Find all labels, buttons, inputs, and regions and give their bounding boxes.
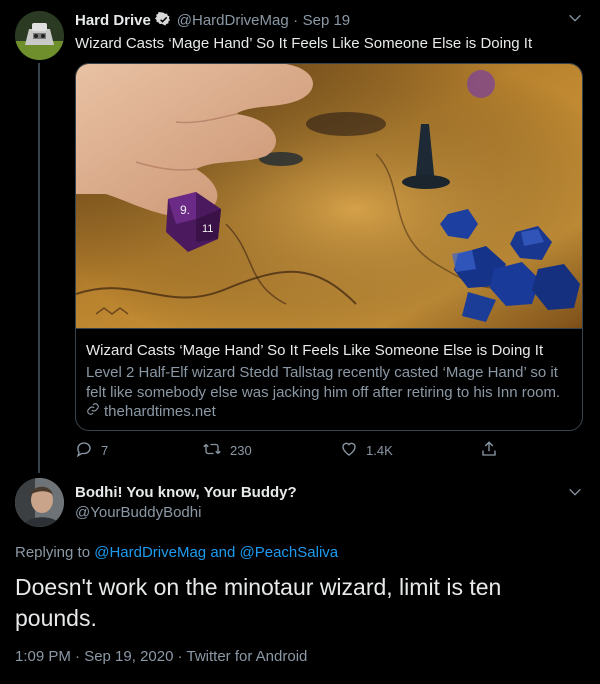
verified-icon [155,11,172,33]
like-count: 1.4K [366,443,393,458]
tweet-author: Bodhi! You know, Your Buddy? @YourBuddyB… [75,484,297,521]
display-name[interactable]: Bodhi! You know, Your Buddy? [75,484,297,501]
tweet-timestamp[interactable]: 1:09 PM · Sep 19, 2020 · Twitter for And… [15,648,307,665]
reply-button[interactable]: 7 [75,440,108,461]
tweet-text: Doesn't work on the minotaur wizard, lim… [15,574,502,631]
display-name[interactable]: Hard Drive [75,12,151,29]
link-card[interactable]: 9. 11 Wizard Casts ‘Mage Hand’ So It Fee… [75,63,583,431]
retweet-icon [202,440,222,461]
handle[interactable]: @HardDriveMag [177,12,289,29]
avatar[interactable] [15,11,64,60]
avatar[interactable] [15,478,64,527]
svg-text:11: 11 [202,223,213,235]
mention-link[interactable]: @HardDriveMag [94,544,206,561]
chevron-down-icon[interactable] [567,10,583,31]
card-description: Level 2 Half-Elf wizard Stedd Tallstag r… [86,364,561,401]
thread-line [38,63,40,473]
tweet-actions: 7 230 1.4K [75,440,515,462]
card-domain-text: thehardtimes.net [104,402,216,420]
like-icon [340,440,358,461]
share-icon [480,440,498,461]
retweet-count: 230 [230,443,252,458]
retweet-button[interactable]: 230 [202,440,252,461]
reply-count: 7 [101,443,109,458]
like-button[interactable]: 1.4K [340,440,393,461]
replying-and[interactable]: and [210,544,235,561]
reply-icon [75,440,93,461]
separator: · [293,12,299,29]
tweet-date[interactable]: Sep 19 [303,12,351,29]
mention-link[interactable]: @PeachSaliva [240,544,339,561]
card-image[interactable]: 9. 11 [76,64,582,328]
share-button[interactable] [480,440,498,461]
card-domain[interactable]: thehardtimes.net [86,402,216,420]
svg-text:9.: 9. [180,203,190,217]
handle[interactable]: @YourBuddyBodhi [75,504,297,521]
link-icon [86,402,100,420]
replying-to: Replying to @HardDriveMag and @PeachSali… [15,544,338,561]
chevron-down-icon[interactable] [567,484,583,505]
card-title[interactable]: Wizard Casts ‘Mage Hand’ So It Feels Lik… [86,342,543,359]
tweet-text: Wizard Casts ‘Mage Hand’ So It Feels Lik… [75,35,533,52]
tweet-header: Hard Drive @HardDriveMag · Sep 19 [75,11,350,33]
card-divider [76,328,582,329]
replying-prefix: Replying to [15,544,91,561]
